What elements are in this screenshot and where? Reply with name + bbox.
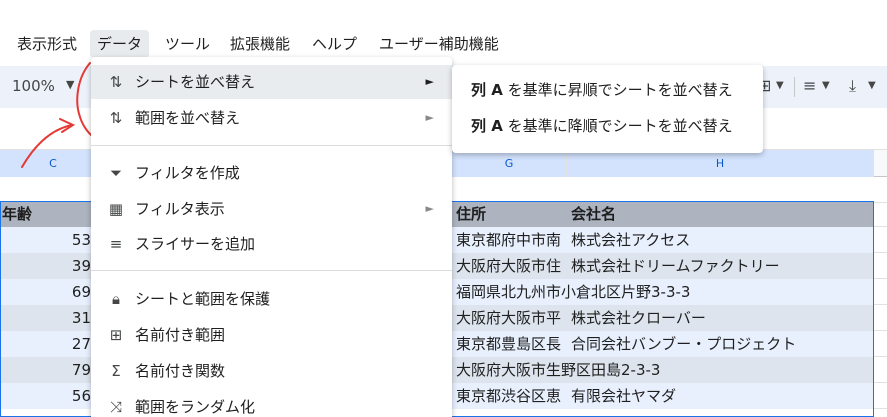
vertical-align-icon[interactable]: ⤓ [849,76,856,96]
menu-help[interactable]: ヘルプ [305,30,364,58]
slicer-icon: ≡ [109,235,123,253]
sort-sheet-submenu: 列 A を基準に昇順でシートを並べ替え 列 A を基準に降順でシートを並べ替え [452,65,763,153]
column-header-g[interactable]: G [452,150,567,177]
cell-age[interactable]: 39 [0,253,97,279]
sort-icon: ⇅ [109,109,123,127]
align-left-icon[interactable]: ≡ [803,76,816,95]
menu-tools[interactable]: ツール [158,30,217,58]
menu-item-create-filter[interactable]: ⏷ フィルタを作成 [91,156,452,190]
cell-company[interactable]: 株式会社ドリームファクトリー [567,253,874,279]
menu-accessibility[interactable]: ユーザー補助機能 [372,30,506,58]
cell-company[interactable]: 株式会社クローバー [567,305,874,331]
header-company[interactable]: 会社名 [567,201,874,227]
cell-address[interactable]: 大阪府大阪市生野区田島2-3-3 [452,357,874,383]
zoom-select[interactable]: 100% [12,77,55,95]
column-header-h[interactable]: H [567,150,874,177]
chevron-down-icon[interactable]: ▼ [776,80,784,91]
menu-divider [91,145,452,146]
cell-address[interactable]: 福岡県北九州市小倉北区片野3-3-3 [452,279,874,305]
menu-item-randomize[interactable]: ⤨ 範囲をランダム化 [91,390,452,417]
filter-icon: ⏷ [109,164,122,182]
chevron-down-icon[interactable]: ▼ [66,78,74,91]
menu-item-named-ranges[interactable]: ⊞ 名前付き範囲 [91,318,452,352]
cell-address[interactable]: 東京都府中市南 [452,227,567,253]
cell-company[interactable]: 合同会社バンブー・プロジェクト [567,331,874,357]
sort-icon: ⇅ [109,73,123,91]
sigma-icon: Σ [111,362,121,380]
menu-divider [91,270,452,271]
cell-age[interactable]: 56 [0,383,97,409]
menu-item-add-slicer[interactable]: ≡ スライサーを追加 [91,227,452,261]
header-address[interactable]: 住所 [452,201,567,227]
cell-age[interactable]: 53 [0,227,97,253]
cell-address[interactable]: 大阪府大阪市住 [452,253,567,279]
shuffle-icon: ⤨ [109,398,122,416]
cell-address[interactable]: 東京都渋谷区恵 [452,383,567,409]
toolbar-divider [794,77,795,97]
submenu-arrow-icon: ► [425,111,434,124]
cell-address[interactable]: 東京都豊島区長 [452,331,567,357]
menu-item-sort-sheet[interactable]: ⇅ シートを並べ替え ► [91,65,452,99]
header-age[interactable]: 年齢 [0,201,97,227]
submenu-arrow-icon: ► [425,202,434,215]
menu-item-protect[interactable]: 🔒︎ シートと範囲を保護 [91,282,452,316]
cell-age[interactable]: 79 [0,357,97,383]
cell-company[interactable]: 有限会社ヤマダ [567,383,874,409]
menu-item-filter-views[interactable]: ▦ フィルタ表示 ► [91,192,452,226]
named-range-icon: ⊞ [109,326,123,344]
filter-views-icon: ▦ [108,200,124,218]
menu-item-sort-asc[interactable]: 列 A を基準に昇順でシートを並べ替え [452,72,763,108]
menu-extensions[interactable]: 拡張機能 [223,30,297,58]
cell-age[interactable]: 31 [0,305,97,331]
cell-company[interactable]: 株式会社アクセス [567,227,874,253]
chevron-down-icon[interactable]: ▼ [822,80,830,91]
data-menu: ⇅ シートを並べ替え ► ⇅ 範囲を並べ替え ► ⏷ フィルタを作成 ▦ フィル… [91,57,452,417]
cell-age[interactable]: 27 [0,331,97,357]
cell-age[interactable]: 69 [0,279,97,305]
menu-data[interactable]: データ [90,30,150,58]
menu-format[interactable]: 表示形式 [10,30,84,58]
lock-icon: 🔒︎ [112,290,120,308]
menu-item-sort-desc[interactable]: 列 A を基準に降順でシートを並べ替え [452,108,763,144]
menu-item-named-functions[interactable]: Σ 名前付き関数 [91,354,452,388]
submenu-arrow-icon: ► [425,75,434,88]
menu-item-sort-range[interactable]: ⇅ 範囲を並べ替え ► [91,101,452,135]
cell-address[interactable]: 大阪府大阪市平 [452,305,567,331]
chevron-down-icon[interactable]: ▼ [868,80,876,91]
